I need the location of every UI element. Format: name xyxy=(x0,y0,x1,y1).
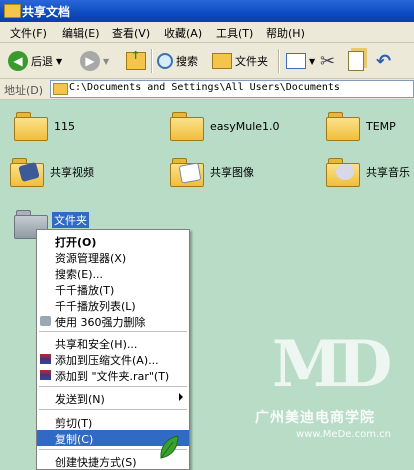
submenu-arrow-icon xyxy=(179,393,183,401)
folders-button[interactable]: 文件夹 xyxy=(212,50,268,72)
folder-item-easymule[interactable]: easyMule1.0 xyxy=(170,112,280,141)
dropdown-arrow-icon: ▼ xyxy=(103,56,110,66)
menu-item-open[interactable]: 打开(O) xyxy=(37,233,189,249)
menu-help[interactable]: 帮助(H) xyxy=(266,25,305,41)
video-folder-icon xyxy=(10,158,44,187)
forward-arrow-icon: ▶ xyxy=(80,51,100,71)
views-icon xyxy=(286,53,306,69)
menu-tools[interactable]: 工具(T) xyxy=(216,25,253,41)
menu-favorites[interactable]: 收藏(A) xyxy=(164,25,202,41)
item-label: 共享音乐 xyxy=(366,166,410,179)
window-title: 共享文档 xyxy=(22,5,71,19)
watermark-logo: MD xyxy=(272,327,392,402)
title-bar[interactable]: 共享文档 xyxy=(0,0,414,22)
folder-icon xyxy=(170,112,204,141)
folder-item-shared-music[interactable]: 共享音乐 xyxy=(326,158,410,187)
watermark-text: 广州美迪电商学院 xyxy=(255,410,375,426)
address-label: 地址(D) xyxy=(4,84,44,97)
menu-file[interactable]: 文件(F) xyxy=(10,25,47,41)
folders-label: 文件夹 xyxy=(235,55,268,68)
search-icon xyxy=(157,53,173,69)
up-folder-icon: ↑ xyxy=(126,49,146,70)
folder-item-115[interactable]: 115 xyxy=(14,112,75,141)
menu-view[interactable]: 查看(V) xyxy=(112,25,150,41)
views-button[interactable]: ▼ xyxy=(286,50,315,72)
pictures-folder-icon xyxy=(170,158,204,187)
folder-item-temp[interactable]: TEMP xyxy=(326,112,396,141)
item-label: 文件夹 xyxy=(52,212,89,228)
folder-icon xyxy=(14,112,48,141)
back-arrow-icon: ◀ xyxy=(8,51,28,71)
folder-icon xyxy=(4,4,21,18)
folder-item-shared-pictures[interactable]: 共享图像 xyxy=(170,158,254,187)
winrar-icon xyxy=(40,354,51,364)
menu-item-send-to[interactable]: 发送到(N) xyxy=(37,390,189,406)
dropdown-arrow-icon: ▼ xyxy=(56,56,63,66)
winrar-icon xyxy=(40,370,51,380)
search-label: 搜索 xyxy=(176,55,198,68)
menu-edit[interactable]: 编辑(E) xyxy=(62,25,100,41)
item-label: 115 xyxy=(54,119,75,133)
folder-icon xyxy=(53,83,68,95)
item-label: TEMP xyxy=(366,119,396,133)
back-button[interactable]: ◀ 后退 ▼ xyxy=(8,50,62,72)
address-input[interactable]: C:\Documents and Settings\All Users\Docu… xyxy=(50,80,414,98)
copy-icon xyxy=(348,51,364,71)
music-folder-icon xyxy=(326,158,360,187)
leaf-cursor-icon xyxy=(160,435,179,459)
watermark-url: www.MeDe.com.cn xyxy=(296,429,391,440)
menu-item-add-to-rar[interactable]: 添加到 "文件夹.rar"(T) xyxy=(37,367,189,383)
menu-item-360-delete[interactable]: 使用 360强力删除 xyxy=(37,313,189,329)
undo-button[interactable]: ↶ xyxy=(376,50,391,72)
folder-item-shared-video[interactable]: 共享视频 xyxy=(10,158,94,187)
folders-icon xyxy=(212,53,232,69)
copy-button[interactable] xyxy=(348,50,364,72)
scissors-icon: ✂ xyxy=(320,50,336,72)
menu-item-ttplayer-playlist[interactable]: 千千播放列表(L) xyxy=(37,297,189,313)
folder-icon xyxy=(326,112,360,141)
forward-button[interactable]: ▶ ▼ xyxy=(80,50,109,72)
shredder-icon xyxy=(40,316,51,326)
search-button[interactable]: 搜索 xyxy=(157,50,198,72)
toolbar: ◀ 后退 ▼ ▶ ▼ ↑ 搜索 文件夹 ▼ ✂ ↶ xyxy=(0,43,414,79)
item-label: 共享视频 xyxy=(50,166,94,179)
back-label: 后退 xyxy=(31,55,53,68)
menu-item-cut[interactable]: 剪切(T) xyxy=(37,414,189,430)
dropdown-arrow-icon: ▼ xyxy=(309,56,316,66)
menu-item-ttplayer-play[interactable]: 千千播放(T) xyxy=(37,281,189,297)
cut-button[interactable]: ✂ xyxy=(320,50,335,72)
menu-item-add-to-archive[interactable]: 添加到压缩文件(A)... xyxy=(37,351,189,367)
address-bar: 地址(D) C:\Documents and Settings\All User… xyxy=(0,79,414,100)
menu-item-explorer[interactable]: 资源管理器(X) xyxy=(37,249,189,265)
item-label: easyMule1.0 xyxy=(210,119,280,133)
undo-icon: ↶ xyxy=(376,50,392,72)
menu-item-sharing-security[interactable]: 共享和安全(H)... xyxy=(37,335,189,351)
address-value: C:\Documents and Settings\All Users\Docu… xyxy=(69,82,340,93)
menu-item-search[interactable]: 搜索(E)... xyxy=(37,265,189,281)
menu-bar: 文件(F) 编辑(E) 查看(V) 收藏(A) 工具(T) 帮助(H) xyxy=(0,22,414,43)
item-label: 共享图像 xyxy=(210,166,254,179)
up-folder-button[interactable]: ↑ xyxy=(126,49,146,72)
